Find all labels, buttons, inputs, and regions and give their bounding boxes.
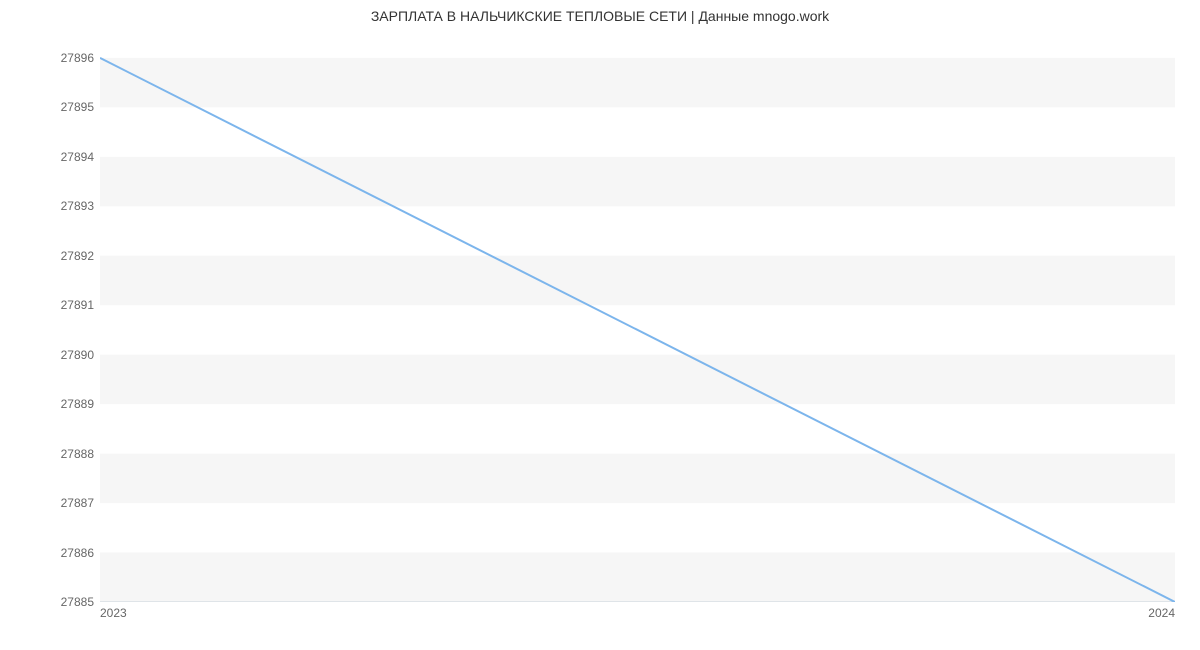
grid-band: [100, 58, 1175, 107]
y-tick-label: 27894: [4, 150, 94, 164]
grid-band: [100, 553, 1175, 602]
y-tick-label: 27887: [4, 496, 94, 510]
plot-area: [100, 48, 1175, 602]
grid-band: [100, 454, 1175, 503]
chart-title: ЗАРПЛАТА В НАЛЬЧИКСКИЕ ТЕПЛОВЫЕ СЕТИ | Д…: [0, 8, 1200, 24]
grid-band: [100, 157, 1175, 206]
grid-band: [100, 256, 1175, 305]
x-tick-label: 2024: [1148, 606, 1175, 620]
y-tick-label: 27886: [4, 546, 94, 560]
chart-container: ЗАРПЛАТА В НАЛЬЧИКСКИЕ ТЕПЛОВЫЕ СЕТИ | Д…: [0, 0, 1200, 650]
y-tick-label: 27896: [4, 51, 94, 65]
y-tick-label: 27893: [4, 199, 94, 213]
y-tick-label: 27888: [4, 447, 94, 461]
y-tick-label: 27891: [4, 298, 94, 312]
y-tick-label: 27890: [4, 348, 94, 362]
data-line: [100, 58, 1175, 602]
x-tick-label: 2023: [100, 606, 127, 620]
y-tick-label: 27895: [4, 100, 94, 114]
y-tick-label: 27892: [4, 249, 94, 263]
y-tick-label: 27889: [4, 397, 94, 411]
chart-svg: [100, 48, 1175, 602]
grid-band: [100, 355, 1175, 404]
y-tick-label: 27885: [4, 595, 94, 609]
